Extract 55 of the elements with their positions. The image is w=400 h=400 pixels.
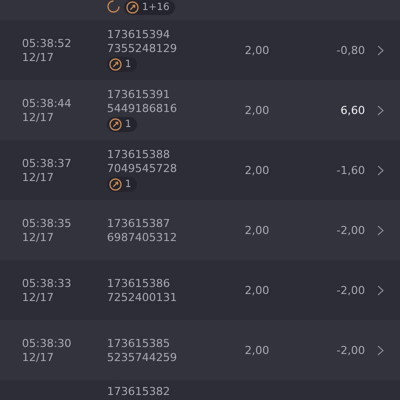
id-text: 173615391: [107, 88, 171, 101]
amount-text: 2,00: [244, 284, 270, 296]
bet-row[interactable]: 05:38:35 12/17 173615387 6987405312 2,00 -2,00: [0, 200, 400, 260]
date-text: 12/17: [22, 110, 55, 124]
chevron-right-icon[interactable]: [377, 104, 384, 116]
id-text: 7049545728: [107, 162, 178, 175]
amount-text: 2,00: [244, 344, 270, 356]
date-text: 12/17: [22, 50, 55, 64]
spinner-icon: [107, 0, 120, 13]
id-text: 5235744259: [107, 350, 178, 364]
bet-row[interactable]: 05:38:30 12/17 173615385 5235744259 2,00 -2,00: [0, 320, 400, 380]
id-text: 173615388: [107, 148, 171, 161]
id-text: 173615394: [107, 28, 171, 41]
result-text: 6,60: [340, 104, 365, 116]
id-text: 5449186816: [107, 102, 178, 115]
date-text: 12/17: [22, 290, 55, 304]
count-badge: 1+16: [124, 0, 176, 15]
id-text: 173615385: [107, 336, 171, 350]
time-text: 05:38:52: [22, 36, 72, 50]
time-text: 05:38:44: [22, 96, 72, 110]
count-badge: 1: [107, 57, 138, 72]
id-text: 7355248129: [107, 42, 178, 55]
time-text: 05:38:35: [22, 216, 72, 230]
chevron-right-icon[interactable]: [377, 344, 384, 356]
amount-text: 2,00: [244, 104, 270, 116]
link-icon: [109, 118, 122, 131]
date-text: 12/17: [22, 350, 55, 364]
result-text: -1,60: [336, 164, 365, 176]
time-text: 05:38:33: [22, 276, 72, 290]
chevron-right-icon[interactable]: [377, 44, 384, 56]
id-text: 6987405312: [107, 230, 178, 244]
count-badge: 1: [107, 117, 138, 132]
bet-row[interactable]: 05:38:44 12/17 173615391 5449186816 1 2,00 6,60: [0, 80, 400, 140]
amount-text: 2,00: [244, 44, 270, 56]
time-text: 05:38:30: [22, 336, 72, 350]
link-icon: [109, 178, 122, 191]
result-text: -0,80: [336, 44, 365, 56]
chevron-right-icon[interactable]: [377, 284, 384, 296]
amount-text: 2,00: [244, 164, 270, 176]
link-icon: [109, 58, 122, 71]
chevron-right-icon[interactable]: [377, 224, 384, 236]
link-icon: [126, 1, 139, 14]
date-text: 12/17: [22, 230, 55, 244]
count-badge: 1: [107, 177, 138, 192]
id-text: 173615387: [107, 216, 171, 230]
result-text: -2,00: [336, 344, 365, 356]
id-text: 173615382: [107, 385, 170, 398]
id-text: 7252400131: [107, 290, 178, 304]
chevron-right-icon[interactable]: [377, 164, 384, 176]
result-text: -2,00: [336, 284, 365, 296]
amount-text: 2,00: [244, 224, 270, 236]
time-text: 05:38:37: [22, 156, 72, 170]
id-text: 173615386: [107, 276, 171, 290]
date-text: 12/17: [22, 170, 55, 184]
result-text: -2,00: [336, 224, 365, 236]
